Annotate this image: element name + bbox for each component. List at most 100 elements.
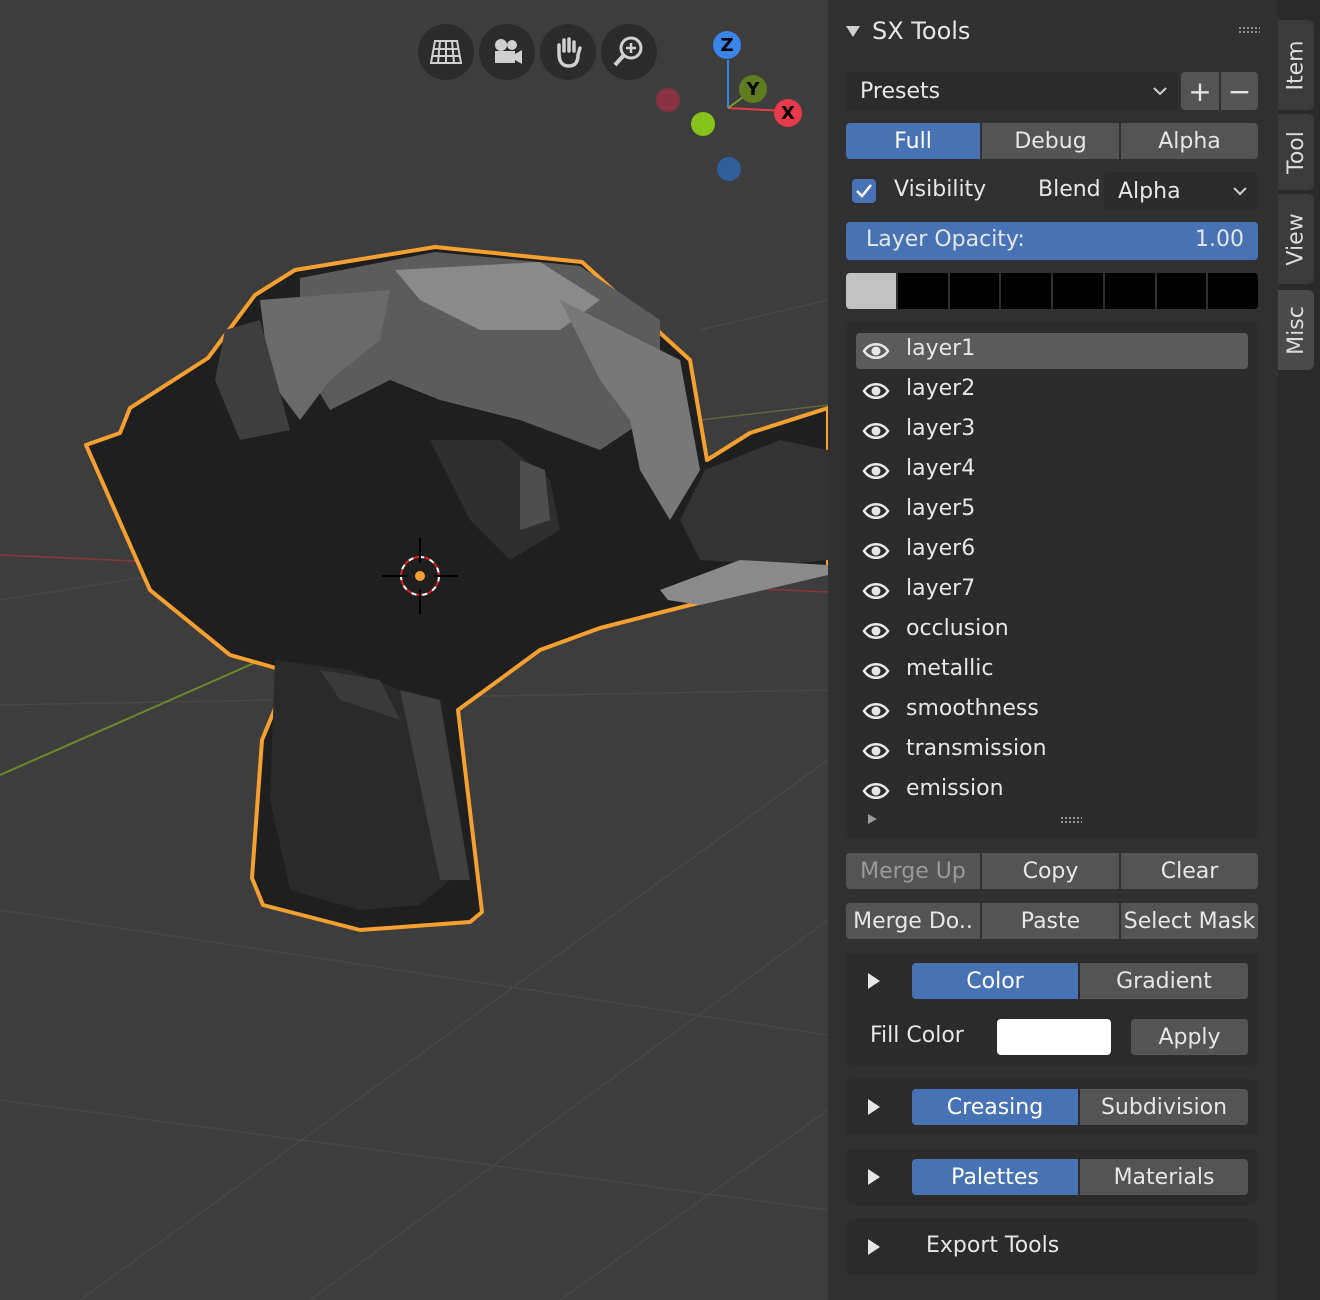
pan-view-button[interactable] bbox=[540, 24, 596, 80]
layer-row-emission[interactable]: emission bbox=[856, 773, 1248, 809]
crease-section-expand-icon[interactable] bbox=[868, 1099, 880, 1115]
layer-name: layer3 bbox=[906, 416, 976, 441]
copy-button[interactable]: Copy bbox=[982, 853, 1119, 889]
layer-visibility-toggle[interactable] bbox=[862, 659, 890, 687]
layer-opacity-slider[interactable]: Layer Opacity: 1.00 bbox=[846, 222, 1258, 260]
tab-tool[interactable]: Tool bbox=[1278, 114, 1314, 190]
layer-visibility-toggle[interactable] bbox=[862, 739, 890, 767]
fill-color-swatch[interactable] bbox=[997, 1019, 1111, 1055]
mode-tab-debug[interactable]: Debug bbox=[982, 123, 1119, 159]
eye-icon[interactable] bbox=[862, 459, 890, 483]
layer-row-metallic[interactable]: metallic bbox=[856, 653, 1248, 689]
eye-icon[interactable] bbox=[862, 739, 890, 763]
color-section-expand-icon[interactable] bbox=[868, 973, 880, 989]
list-expand-icon[interactable] bbox=[868, 814, 877, 824]
eye-icon[interactable] bbox=[862, 539, 890, 563]
tab-palettes[interactable]: Palettes bbox=[912, 1159, 1078, 1195]
palette-swatch[interactable] bbox=[949, 273, 1000, 309]
palette-swatch[interactable] bbox=[897, 273, 948, 309]
eye-icon[interactable] bbox=[862, 659, 890, 683]
blend-label: Blend bbox=[1038, 177, 1101, 202]
tab-creasing[interactable]: Creasing bbox=[912, 1089, 1078, 1125]
merge-down-button[interactable]: Merge Do.. bbox=[846, 903, 980, 939]
presets-dropdown[interactable]: Presets bbox=[846, 72, 1178, 110]
layer-visibility-toggle[interactable] bbox=[862, 539, 890, 567]
layer-visibility-toggle[interactable] bbox=[862, 419, 890, 447]
copy-label: Copy bbox=[1022, 858, 1079, 884]
palette-swatch[interactable] bbox=[1053, 273, 1103, 309]
sidebar-tabs: Item Tool View Misc bbox=[1278, 0, 1320, 1300]
layer-row-layer4[interactable]: layer4 bbox=[856, 453, 1248, 489]
eye-icon[interactable] bbox=[862, 339, 890, 363]
merge-up-button[interactable]: Merge Up bbox=[846, 853, 980, 889]
palette-swatch[interactable] bbox=[1208, 273, 1258, 309]
layer-visibility-toggle[interactable] bbox=[862, 699, 890, 727]
mode-tab-alpha[interactable]: Alpha bbox=[1121, 123, 1258, 159]
palette-swatch[interactable] bbox=[1104, 273, 1155, 309]
blend-mode-dropdown[interactable]: Alpha bbox=[1104, 172, 1258, 210]
tab-view[interactable]: View bbox=[1278, 194, 1314, 284]
mode-tab-full[interactable]: Full bbox=[846, 123, 980, 159]
layer-row-transmission[interactable]: transmission bbox=[856, 733, 1248, 769]
3d-viewport[interactable]: Z Y X bbox=[0, 0, 828, 1300]
paste-button[interactable]: Paste bbox=[982, 903, 1119, 939]
camera-view-button[interactable] bbox=[479, 24, 535, 80]
tab-gradient-label: Gradient bbox=[1116, 968, 1212, 994]
layer-row-occlusion[interactable]: occlusion bbox=[856, 613, 1248, 649]
layer-row-layer1[interactable]: layer1 bbox=[856, 333, 1248, 369]
eye-icon[interactable] bbox=[862, 619, 890, 643]
layer-row-layer6[interactable]: layer6 bbox=[856, 533, 1248, 569]
palette-swatch[interactable] bbox=[846, 273, 896, 309]
visibility-checkbox[interactable] bbox=[852, 179, 876, 203]
gizmo-y-axis[interactable]: Y bbox=[739, 75, 767, 103]
remove-preset-button[interactable]: − bbox=[1221, 72, 1258, 110]
layer-visibility-toggle[interactable] bbox=[862, 619, 890, 647]
add-preset-button[interactable]: + bbox=[1181, 72, 1219, 110]
palette-swatches bbox=[846, 273, 1258, 309]
panel-collapse-icon[interactable] bbox=[846, 26, 860, 37]
tab-materials[interactable]: Materials bbox=[1080, 1159, 1248, 1195]
layer-visibility-toggle[interactable] bbox=[862, 579, 890, 607]
layer-visibility-toggle[interactable] bbox=[862, 459, 890, 487]
layer-name: emission bbox=[906, 776, 1004, 801]
palette-section-expand-icon[interactable] bbox=[868, 1169, 880, 1185]
tab-tool-label: Tool bbox=[1283, 130, 1309, 174]
layer-visibility-toggle[interactable] bbox=[862, 379, 890, 407]
layer-visibility-toggle[interactable] bbox=[862, 779, 890, 807]
gizmo-z-axis[interactable]: Z bbox=[713, 31, 741, 59]
viewport-scene bbox=[0, 60, 828, 1300]
select-mask-button[interactable]: Select Mask bbox=[1121, 903, 1258, 939]
eye-icon[interactable] bbox=[862, 779, 890, 803]
eye-icon[interactable] bbox=[862, 379, 890, 403]
tab-misc[interactable]: Misc bbox=[1278, 290, 1314, 370]
eye-icon[interactable] bbox=[862, 699, 890, 723]
layer-row-smoothness[interactable]: smoothness bbox=[856, 693, 1248, 729]
zoom-view-button[interactable] bbox=[601, 24, 657, 80]
palette-swatch[interactable] bbox=[1001, 273, 1051, 309]
eye-icon[interactable] bbox=[862, 499, 890, 523]
gizmo-x-axis[interactable]: X bbox=[774, 99, 802, 127]
blend-mode-value: Alpha bbox=[1118, 178, 1181, 204]
layer-row-layer5[interactable]: layer5 bbox=[856, 493, 1248, 529]
layer-opacity-value: 1.00 bbox=[1195, 227, 1244, 252]
tab-gradient[interactable]: Gradient bbox=[1080, 963, 1248, 999]
eye-icon[interactable] bbox=[862, 419, 890, 443]
layer-visibility-toggle[interactable] bbox=[862, 339, 890, 367]
layer-row-layer7[interactable]: layer7 bbox=[856, 573, 1248, 609]
layer-row-layer2[interactable]: layer2 bbox=[856, 373, 1248, 409]
apply-button[interactable]: Apply bbox=[1131, 1019, 1248, 1055]
clear-button[interactable]: Clear bbox=[1121, 853, 1258, 889]
layer-row-layer3[interactable]: layer3 bbox=[856, 413, 1248, 449]
list-resize-handle-icon[interactable] bbox=[1060, 816, 1082, 824]
tab-subdivision[interactable]: Subdivision bbox=[1080, 1089, 1248, 1125]
tab-item[interactable]: Item bbox=[1278, 20, 1314, 110]
drag-handle-icon[interactable] bbox=[1238, 26, 1260, 34]
toggle-perspective-button[interactable] bbox=[418, 24, 474, 80]
layer-visibility-toggle[interactable] bbox=[862, 499, 890, 527]
export-section-expand-icon[interactable] bbox=[868, 1239, 880, 1255]
layer-name: metallic bbox=[906, 656, 994, 681]
chevron-down-icon bbox=[1153, 87, 1167, 96]
tab-color[interactable]: Color bbox=[912, 963, 1078, 999]
palette-swatch[interactable] bbox=[1156, 273, 1207, 309]
eye-icon[interactable] bbox=[862, 579, 890, 603]
